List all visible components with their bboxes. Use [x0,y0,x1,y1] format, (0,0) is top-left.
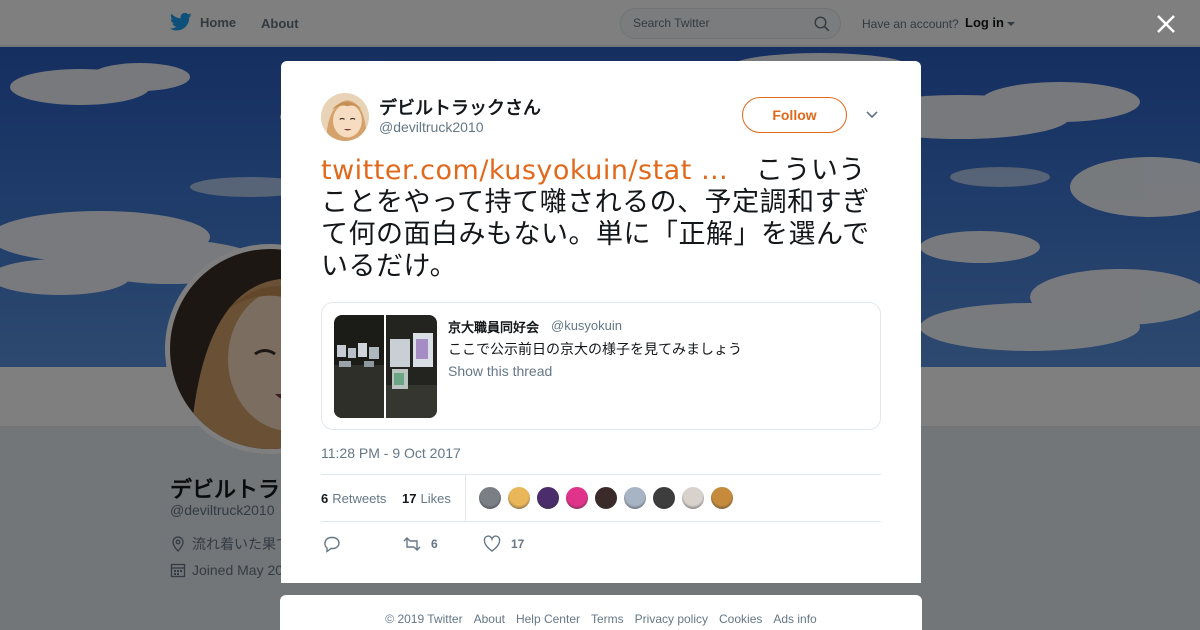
retweets-stat[interactable]: 6 Retweets [321,491,386,506]
liker-avatar[interactable] [710,486,734,510]
tweet-stats: 6 Retweets 17 Likes [321,474,881,522]
quoted-tweet-text: ここで公示前日の京大の様子を見てみましょう [448,341,742,357]
tweet-author-handle[interactable]: @deviltruck2010 [379,119,484,135]
reply-button[interactable] [323,535,341,553]
close-icon[interactable] [1155,13,1177,35]
liker-avatar[interactable] [565,486,589,510]
liker-avatar[interactable] [478,486,502,510]
tweet-text: twitter.com/kusyokuin/stat … こういうことをやって持… [321,155,883,283]
footer-link[interactable]: Help Center [516,612,580,630]
retweet-button[interactable]: 6 [403,535,438,553]
liker-avatar[interactable] [536,486,560,510]
tweet-timestamp[interactable]: 11:28 PM - 9 Oct 2017 [321,445,461,461]
tweet-author-name[interactable]: デビルトラックさん [379,94,541,120]
liker-avatar[interactable] [681,486,705,510]
quoted-author-name: 京大職員同好会 [448,320,540,335]
quoted-author-handle: @kusyokuin [551,318,623,333]
photo-thumbnail [386,315,437,418]
footer-link[interactable]: Privacy policy [635,612,708,630]
like-count: 17 [511,537,525,551]
show-thread-link[interactable]: Show this thread [448,363,552,379]
likes-stat[interactable]: 17 Likes [402,491,451,506]
footer-link[interactable]: Terms [591,612,624,630]
footer-links: © 2019 Twitter About Help Center Terms Priva… [280,595,922,630]
reply-icon [324,536,340,553]
liker-avatar[interactable] [507,486,531,510]
tweet-author-avatar[interactable] [321,93,369,141]
likes-label: Likes [420,491,451,506]
follow-button[interactable]: Follow [742,97,847,133]
liker-avatars [478,486,734,510]
heart-icon [483,535,501,552]
tweet-actions: 6 17 [321,533,881,557]
retweets-label: Retweets [332,491,387,506]
tweet-modal: デビルトラックさん @deviltruck2010 Follow twitter… [281,61,921,583]
liker-avatar[interactable] [594,486,618,510]
footer-link[interactable]: Cookies [719,612,762,630]
retweet-count: 6 [431,537,438,551]
liker-avatar[interactable] [623,486,647,510]
divider [465,475,466,521]
footer-link[interactable]: Ads info [773,612,816,630]
footer-link[interactable]: About [474,612,505,630]
retweet-icon [403,537,421,551]
like-button[interactable]: 17 [483,535,524,553]
quoted-tweet[interactable]: 京大職員同好会 @kusyokuin ここで公示前日の京大の様子を見てみましょう… [321,302,881,430]
tweet-link[interactable]: twitter.com/kusyokuin/stat … [321,155,728,186]
liker-avatar[interactable] [652,486,676,510]
chevron-down-icon[interactable] [865,109,879,121]
avatar-illustration [321,93,369,141]
likes-count: 17 [402,491,417,506]
retweets-count: 6 [321,491,329,506]
quoted-tweet-media[interactable] [334,315,437,418]
photo-thumbnail [334,315,384,418]
copyright-text: © 2019 Twitter [385,612,463,626]
